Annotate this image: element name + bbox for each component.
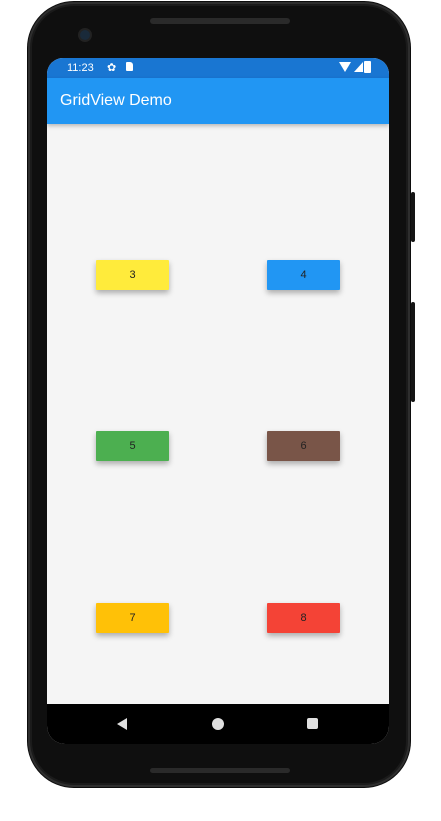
front-camera xyxy=(80,30,90,40)
signal-icon xyxy=(354,62,363,72)
grid-tile-label: 6 xyxy=(300,440,307,452)
navigation-bar xyxy=(47,704,389,744)
wifi-icon xyxy=(339,62,351,72)
gear-icon: ✿ xyxy=(107,62,117,74)
back-icon[interactable] xyxy=(117,718,127,730)
grid-tile-label: 8 xyxy=(300,612,307,624)
volume-button xyxy=(411,192,415,242)
grid-tile-label: 7 xyxy=(129,612,136,624)
top-speaker xyxy=(150,18,290,24)
grid-tile-label: 5 xyxy=(129,440,136,452)
grid-tile-label: 3 xyxy=(129,269,136,281)
grid-tile-label: 4 xyxy=(300,269,307,281)
grid-tile[interactable]: 3 xyxy=(96,260,169,290)
status-time: 11:23 xyxy=(67,62,94,74)
app-bar: GridView Demo xyxy=(47,78,389,124)
power-button xyxy=(411,302,415,402)
status-bar: 11:23 ✿ xyxy=(47,58,389,78)
app-title: GridView Demo xyxy=(60,92,172,109)
bottom-speaker xyxy=(150,768,290,773)
sd-card-icon xyxy=(126,62,133,71)
grid-tile[interactable]: 5 xyxy=(96,431,169,461)
recents-icon[interactable] xyxy=(307,718,318,729)
grid-tile[interactable]: 6 xyxy=(267,431,340,461)
battery-icon xyxy=(364,61,371,73)
grid-tile[interactable]: 4 xyxy=(267,260,340,290)
grid-tile[interactable]: 8 xyxy=(267,603,340,633)
home-icon[interactable] xyxy=(212,718,224,730)
screen: 11:23 ✿ GridView Demo 3 4 5 6 7 8 xyxy=(47,58,389,744)
grid-tile[interactable]: 7 xyxy=(96,603,169,633)
